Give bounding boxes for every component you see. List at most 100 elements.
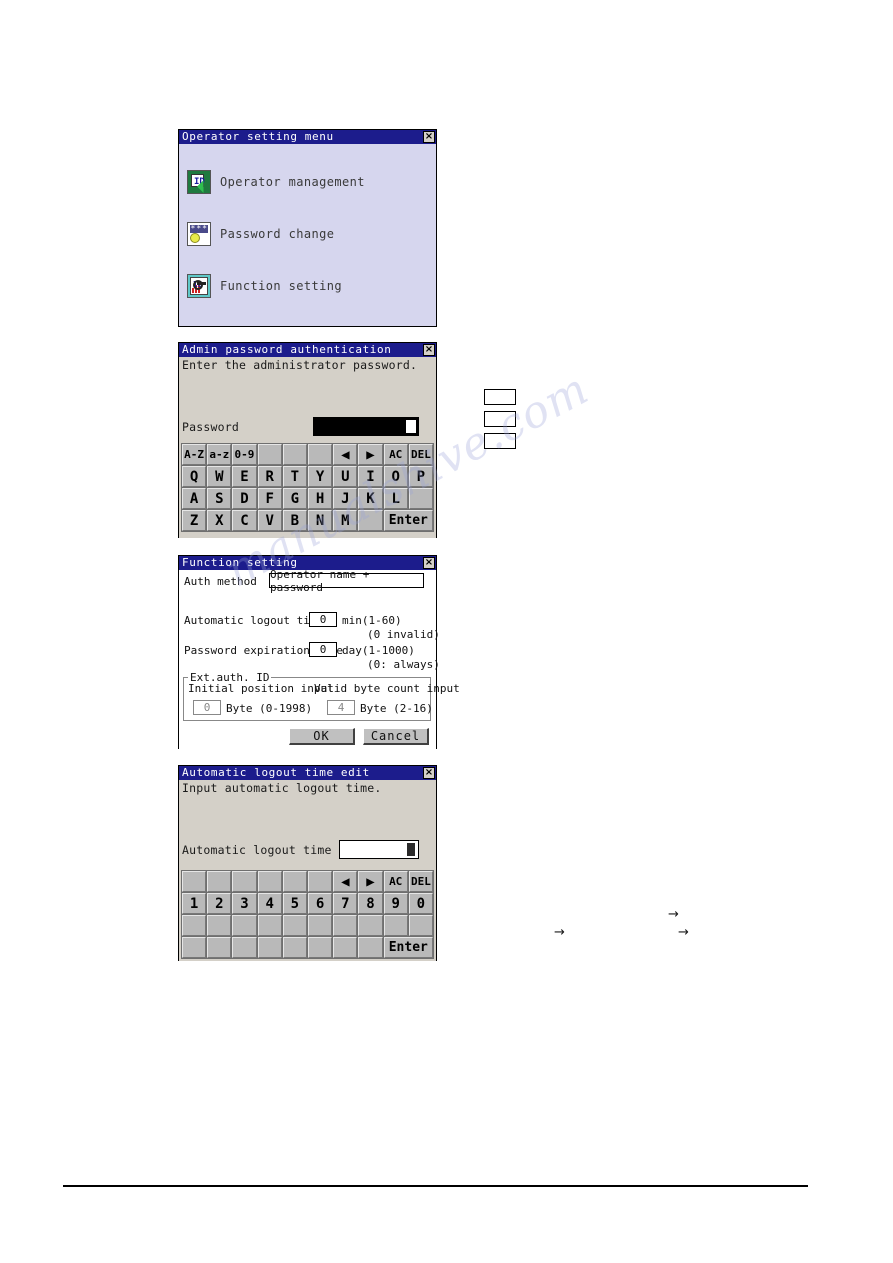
keyboard-key-blank bbox=[333, 915, 358, 936]
callout-box bbox=[484, 411, 516, 427]
keyboard-key-0[interactable]: 0 bbox=[408, 893, 433, 914]
dialog-title: Operator setting menu bbox=[182, 130, 334, 143]
keyboard-key-k[interactable]: K bbox=[358, 488, 383, 509]
password-change-icon: *** bbox=[187, 222, 211, 246]
keyboard-key-u[interactable]: U bbox=[333, 466, 358, 487]
keyboard-key-s[interactable]: S bbox=[207, 488, 232, 509]
keyboard-key-p[interactable]: P bbox=[408, 466, 433, 487]
menu-item-function-setting[interactable]: ID Function setting bbox=[187, 274, 342, 298]
keyboard-key-y[interactable]: Y bbox=[308, 466, 333, 487]
keyboard-key-g[interactable]: G bbox=[282, 488, 307, 509]
keyboard-key-ac[interactable]: AC bbox=[383, 444, 408, 465]
auth-method-value[interactable]: Operator name + password bbox=[269, 568, 424, 594]
keyboard-key-m[interactable]: M bbox=[333, 510, 358, 531]
keyboard-key-6[interactable]: 6 bbox=[308, 893, 333, 914]
admin-auth-prompt: Enter the administrator password. bbox=[182, 358, 418, 372]
dialog-title: Admin password authentication bbox=[182, 343, 392, 356]
password-expiration-input[interactable]: 0 bbox=[309, 642, 337, 657]
footer-rule bbox=[63, 1185, 808, 1187]
keyboard-key-blank bbox=[257, 937, 282, 958]
keyboard-key-ac[interactable]: AC bbox=[383, 871, 408, 892]
automatic-logout-time-field[interactable] bbox=[339, 840, 419, 859]
keyboard-key-z[interactable]: Z bbox=[182, 510, 207, 531]
keyboard-key-right[interactable]: ▶ bbox=[358, 871, 383, 892]
automatic-logout-time-unit: min(1-60) bbox=[342, 614, 402, 627]
keyboard-key-8[interactable]: 8 bbox=[358, 893, 383, 914]
keyboard-key-blank bbox=[333, 937, 358, 958]
dialog-titlebar: Admin password authentication × bbox=[179, 343, 436, 357]
keyboard-key-blank bbox=[232, 871, 257, 892]
function-setting-dialog: Function setting × Auth method Operator … bbox=[178, 555, 460, 749]
keyboard-key-del[interactable]: DEL bbox=[408, 444, 433, 465]
keyboard-key-9[interactable]: 9 bbox=[383, 893, 408, 914]
keyboard-key-blank bbox=[182, 937, 207, 958]
keyboard-key-e[interactable]: E bbox=[232, 466, 257, 487]
keyboard-key-enter[interactable]: Enter bbox=[383, 510, 433, 531]
menu-item-label: Function setting bbox=[220, 279, 342, 293]
keyboard-key-blank bbox=[408, 488, 433, 509]
close-icon[interactable]: × bbox=[423, 557, 435, 569]
keyboard-key-j[interactable]: J bbox=[333, 488, 358, 509]
operator-management-icon: ID bbox=[187, 170, 211, 194]
keyboard-key-blank bbox=[182, 871, 207, 892]
keyboard-key-left[interactable]: ◀ bbox=[333, 444, 358, 465]
close-icon[interactable]: × bbox=[423, 767, 435, 779]
keyboard-key-5[interactable]: 5 bbox=[282, 893, 307, 914]
initial-position-input[interactable]: 0 bbox=[193, 700, 221, 715]
close-icon[interactable]: × bbox=[423, 344, 435, 356]
keyboard-key-3[interactable]: 3 bbox=[232, 893, 257, 914]
keyboard-key-w[interactable]: W bbox=[207, 466, 232, 487]
keyboard-key-left[interactable]: ◀ bbox=[333, 871, 358, 892]
cancel-button[interactable]: Cancel bbox=[363, 728, 429, 745]
keyboard-key-2[interactable]: 2 bbox=[207, 893, 232, 914]
keyboard-key-t[interactable]: T bbox=[282, 466, 307, 487]
admin-auth-body: Enter the administrator password. Passwo… bbox=[179, 357, 436, 538]
keyboard-key-n[interactable]: N bbox=[308, 510, 333, 531]
keyboard-key-blank bbox=[282, 915, 307, 936]
initial-position-unit: Byte (0-1998) bbox=[226, 702, 313, 715]
keyboard-key-del[interactable]: DEL bbox=[408, 871, 433, 892]
automatic-logout-time-edit-dialog: Automatic logout time edit × Input autom… bbox=[178, 765, 437, 961]
automatic-logout-time-field-label: Automatic logout time bbox=[182, 843, 332, 857]
keyboard-key-b[interactable]: B bbox=[282, 510, 307, 531]
valid-byte-count-unit: Byte (2-16) bbox=[360, 702, 433, 715]
text-caret bbox=[407, 843, 415, 856]
menu-item-password-change[interactable]: *** Password change bbox=[187, 222, 334, 246]
keyboard-key-v[interactable]: V bbox=[257, 510, 282, 531]
callout-box bbox=[484, 389, 516, 405]
dialog-titlebar: Automatic logout time edit × bbox=[179, 766, 436, 780]
menu-item-operator-management[interactable]: ID Operator management bbox=[187, 170, 365, 194]
keyboard-key-h[interactable]: H bbox=[308, 488, 333, 509]
keyboard-key-4[interactable]: 4 bbox=[257, 893, 282, 914]
keyboard-key-i[interactable]: I bbox=[358, 466, 383, 487]
keyboard-key-a[interactable]: A bbox=[182, 488, 207, 509]
keyboard-key-r[interactable]: R bbox=[257, 466, 282, 487]
keyboard-key-right[interactable]: ▶ bbox=[358, 444, 383, 465]
keyboard-key-blank bbox=[207, 915, 232, 936]
keyboard-key-o[interactable]: O bbox=[383, 466, 408, 487]
ok-button[interactable]: OK bbox=[289, 728, 355, 745]
alphanumeric-keyboard[interactable]: A-Z a-z 0-9 ◀ ▶ AC DEL Q W E R T Y U I O P A S D F G H J K L Z X C V B… bbox=[181, 443, 434, 532]
keyboard-key-c[interactable]: C bbox=[232, 510, 257, 531]
keyboard-key-blank bbox=[207, 937, 232, 958]
keyboard-key-l[interactable]: L bbox=[383, 488, 408, 509]
keyboard-key-blank bbox=[282, 937, 307, 958]
numeric-keyboard[interactable]: ◀ ▶ AC DEL 1 2 3 4 5 6 7 8 9 0 Enter bbox=[181, 870, 434, 959]
keyboard-key-0-9[interactable]: 0-9 bbox=[232, 444, 257, 465]
keyboard-key-blank bbox=[358, 915, 383, 936]
close-icon[interactable]: × bbox=[423, 131, 435, 143]
logout-edit-body: Input automatic logout time. Automatic l… bbox=[179, 780, 436, 961]
automatic-logout-time-input[interactable]: 0 bbox=[309, 612, 337, 627]
keyboard-key-a-z[interactable]: a-z bbox=[207, 444, 232, 465]
keyboard-key-enter[interactable]: Enter bbox=[383, 937, 433, 958]
valid-byte-count-input[interactable]: 4 bbox=[327, 700, 355, 715]
keyboard-key-a-z[interactable]: A-Z bbox=[182, 444, 207, 465]
keyboard-key-q[interactable]: Q bbox=[182, 466, 207, 487]
password-input[interactable] bbox=[313, 417, 419, 436]
keyboard-key-d[interactable]: D bbox=[232, 488, 257, 509]
keyboard-key-7[interactable]: 7 bbox=[333, 893, 358, 914]
function-setting-icon: ID bbox=[187, 274, 211, 298]
keyboard-key-f[interactable]: F bbox=[257, 488, 282, 509]
keyboard-key-1[interactable]: 1 bbox=[182, 893, 207, 914]
keyboard-key-x[interactable]: X bbox=[207, 510, 232, 531]
